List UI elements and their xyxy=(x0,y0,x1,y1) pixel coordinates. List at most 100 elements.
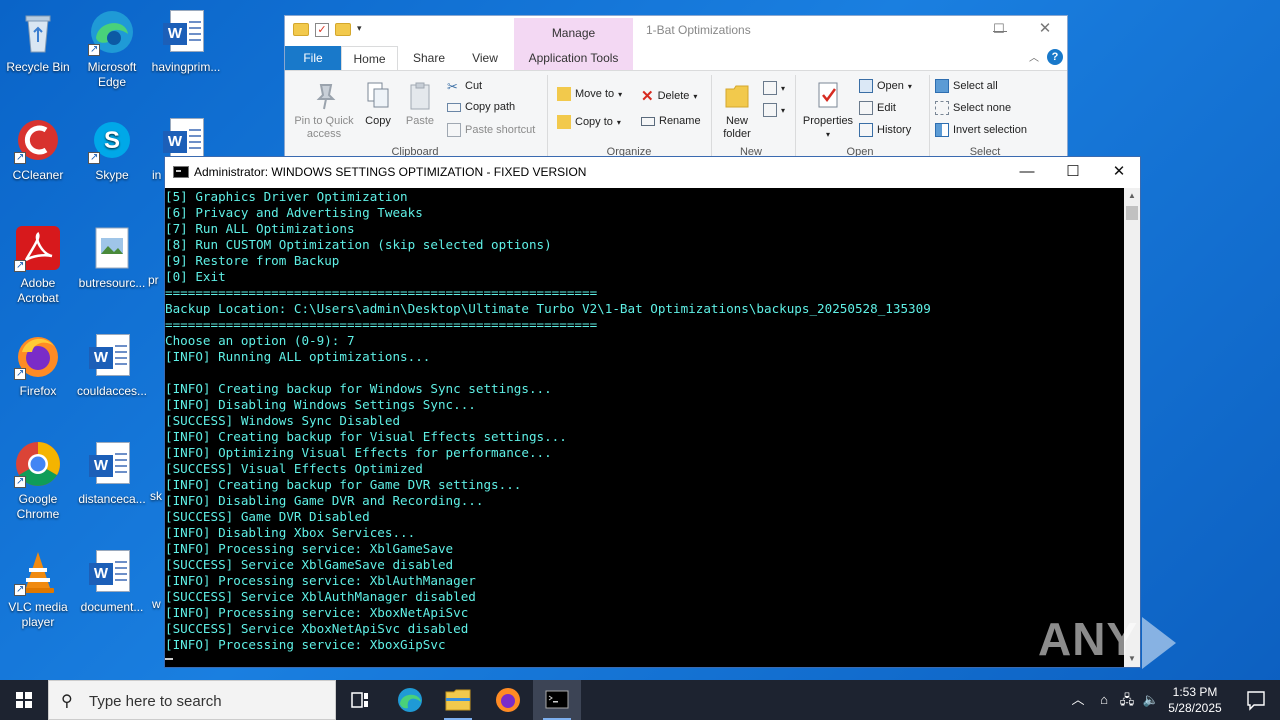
desktop-icon-havingprim[interactable]: W havingprim... xyxy=(148,8,224,75)
qat-dropdown-icon[interactable]: ▾ xyxy=(357,23,362,37)
desktop-icon-adobe-acrobat[interactable]: Adobe Acrobat xyxy=(0,224,76,306)
desktop-icon-label: document... xyxy=(80,600,144,614)
desktop-icon-label: Adobe Acrobat xyxy=(17,276,59,305)
new-folder-label: New folder xyxy=(723,115,751,140)
delete-button[interactable]: ✕ Delete ▾ xyxy=(641,87,697,105)
word-document-icon: W xyxy=(88,548,136,596)
help-icon[interactable]: ? xyxy=(1047,49,1063,65)
properties-check-icon[interactable]: ✓ xyxy=(315,23,329,37)
copy-to-button[interactable]: Copy to ▾ xyxy=(557,115,621,129)
tab-share[interactable]: Share xyxy=(409,46,449,70)
tab-file[interactable]: File xyxy=(285,46,341,70)
taskbar-search[interactable]: ⚲ Type here to search xyxy=(48,680,336,720)
windows-logo-icon xyxy=(16,692,32,708)
show-hidden-icons-chevron-up-icon[interactable]: ︿ xyxy=(1066,680,1090,720)
console-line: [SUCCESS] Service XblAuthManager disable… xyxy=(165,589,476,604)
console-line: [INFO] Disabling Windows Settings Sync..… xyxy=(165,397,476,412)
desktop-icon-edge[interactable]: Microsoft Edge xyxy=(74,8,150,90)
console-output[interactable]: [5] Graphics Driver Optimization [6] Priv… xyxy=(165,188,1126,667)
paste-label: Paste xyxy=(405,115,435,127)
select-all-button[interactable]: Select all xyxy=(935,79,998,93)
invert-selection-button[interactable]: Invert selection xyxy=(935,123,1027,137)
desktop-icon-label: Firefox xyxy=(19,384,57,398)
task-view-button[interactable] xyxy=(336,680,384,720)
desktop-icon-label: Microsoft Edge xyxy=(87,60,137,89)
tab-home[interactable]: Home xyxy=(341,46,398,70)
explorer-close-button[interactable]: ✕ xyxy=(1022,15,1068,45)
delete-label: Delete xyxy=(657,90,690,102)
pin-label: Pin to Quick access xyxy=(294,115,354,140)
desktop-icon-skype[interactable]: S Skype xyxy=(74,116,150,183)
taskbar-edge[interactable] xyxy=(386,680,434,720)
copy-path-button[interactable]: Copy path xyxy=(447,101,515,113)
console-line: [9] Restore from Backup xyxy=(165,253,340,268)
scrollbar-thumb[interactable] xyxy=(1126,206,1138,220)
new-folder-icon[interactable] xyxy=(335,23,351,36)
history-button[interactable]: History xyxy=(859,123,911,137)
clock-time: 1:53 PM xyxy=(1172,685,1218,699)
properties-button[interactable]: Properties ▾ xyxy=(799,81,857,141)
taskbar-command-prompt[interactable] xyxy=(533,680,581,720)
console-line: [INFO] Disabling Game DVR and Recording.… xyxy=(165,493,484,508)
easy-access-button[interactable]: ▾ xyxy=(763,103,785,117)
paste-button[interactable]: Paste xyxy=(401,81,439,128)
copy-button[interactable]: Copy xyxy=(361,81,395,128)
explorer-titlebar[interactable]: ✓ ▾ Manage 1-Bat Optimizations — xyxy=(285,16,1067,46)
console-line: [0] Exit xyxy=(165,269,226,284)
watermark-left: ANY xyxy=(1038,613,1139,665)
explorer-maximize-button[interactable]: ☐ xyxy=(976,15,1022,45)
desktop-icon-firefox[interactable]: Firefox xyxy=(0,332,76,399)
new-folder-button[interactable]: New folder xyxy=(715,81,759,141)
console-titlebar[interactable]: Administrator: WINDOWS SETTINGS OPTIMIZA… xyxy=(165,157,1140,188)
desktop-icon-butresourc[interactable]: butresourc... xyxy=(74,224,150,291)
console-line: [SUCCESS] Service XblGameSave disabled xyxy=(165,557,454,572)
open-button[interactable]: Open ▾ xyxy=(859,79,912,93)
desktop-icon-recycle-bin[interactable]: Recycle Bin xyxy=(0,8,76,75)
copy-path-icon xyxy=(447,102,461,112)
desktop-icon-couldacces[interactable]: W couldacces... xyxy=(74,332,150,399)
folder-icon[interactable] xyxy=(293,23,309,36)
select-none-button[interactable]: Select none xyxy=(935,101,1011,115)
pin-to-quick-access-button[interactable]: Pin to Quick access xyxy=(289,81,359,141)
console-minimize-button[interactable]: — xyxy=(1004,157,1050,188)
tab-view[interactable]: View xyxy=(465,46,505,70)
console-window[interactable]: Administrator: WINDOWS SETTINGS OPTIMIZA… xyxy=(164,156,1141,668)
network-device-icon[interactable]: ⌂ xyxy=(1092,680,1116,720)
console-line: [INFO] Processing service: XboxGipSvc xyxy=(165,637,446,652)
console-maximize-button[interactable]: ☐ xyxy=(1050,157,1096,188)
collapse-ribbon-icon[interactable]: ︿ xyxy=(1029,49,1039,64)
search-placeholder: Type here to search xyxy=(89,693,222,710)
new-item-button[interactable]: ▾ xyxy=(763,81,785,95)
taskbar-firefox[interactable] xyxy=(484,680,532,720)
terminal-icon xyxy=(545,690,569,709)
console-line: Backup Location: C:\Users\admin\Desktop\… xyxy=(165,301,931,316)
desktop-icon-distanceca[interactable]: W distanceca... xyxy=(74,440,150,507)
volume-icon[interactable]: 🔈 xyxy=(1140,680,1162,720)
copy-label: Copy xyxy=(365,115,391,127)
clock-date: 5/28/2025 xyxy=(1168,701,1222,715)
start-button[interactable] xyxy=(0,680,48,720)
desktop-icon-google-chrome[interactable]: Google Chrome xyxy=(0,440,76,522)
console-close-button[interactable]: ✕ xyxy=(1096,157,1142,188)
notification-center-button[interactable] xyxy=(1232,680,1280,720)
desktop-icon-ccleaner[interactable]: CCleaner xyxy=(0,116,76,183)
firefox-icon xyxy=(496,688,520,712)
edit-button[interactable]: Edit xyxy=(859,101,896,115)
desktop-icon-vlc[interactable]: VLC media player xyxy=(0,548,76,630)
console-line: [INFO] Creating backup for Visual Effect… xyxy=(165,429,567,444)
network-icon[interactable]: 🖧 xyxy=(1116,680,1138,720)
taskbar-clock[interactable]: 1:53 PM 5/28/2025 xyxy=(1160,684,1230,716)
cut-button[interactable]: ✂ Cut xyxy=(447,79,482,94)
move-to-button[interactable]: Move to ▾ xyxy=(557,87,622,101)
paste-shortcut-button[interactable]: Paste shortcut xyxy=(447,123,535,137)
console-line: [6] Privacy and Advertising Tweaks xyxy=(165,205,423,220)
select-all-label: Select all xyxy=(953,80,998,92)
paste-shortcut-label: Paste shortcut xyxy=(465,124,536,136)
taskbar-file-explorer[interactable] xyxy=(434,680,482,720)
console-scrollbar[interactable]: ▲ ▼ xyxy=(1124,188,1140,667)
scroll-up-icon[interactable]: ▲ xyxy=(1124,188,1140,204)
desktop-icon-document[interactable]: W document... xyxy=(74,548,150,615)
tab-application-tools[interactable]: Application Tools xyxy=(514,46,633,70)
rename-button[interactable]: Rename xyxy=(641,115,701,127)
file-explorer-window[interactable]: ✓ ▾ Manage 1-Bat Optimizations — — File … xyxy=(284,15,1068,176)
